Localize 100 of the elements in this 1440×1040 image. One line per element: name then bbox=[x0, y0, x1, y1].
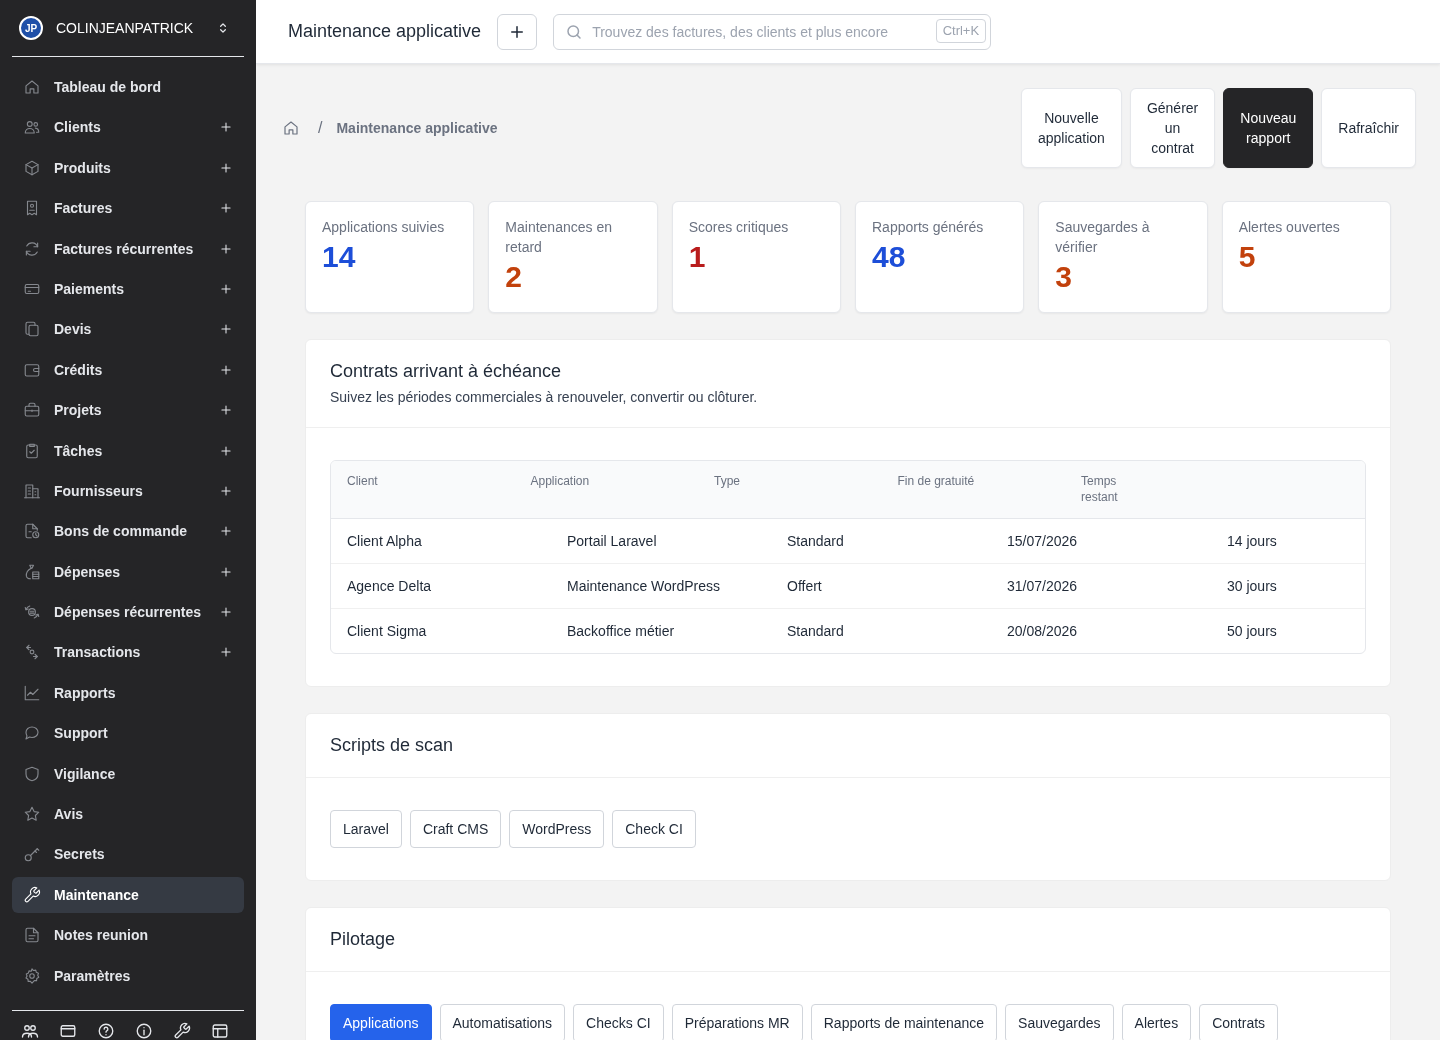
plus-icon bbox=[219, 281, 233, 296]
tab[interactable]: Automatisations bbox=[439, 1004, 566, 1040]
plus-icon bbox=[219, 403, 233, 418]
add-button[interactable] bbox=[219, 483, 233, 498]
nav-item[interactable]: Produits bbox=[12, 149, 244, 186]
add-button[interactable] bbox=[219, 645, 233, 660]
script-button[interactable]: WordPress bbox=[509, 810, 605, 848]
tab[interactable]: Rapports de maintenance bbox=[810, 1004, 998, 1040]
cube-icon bbox=[23, 158, 41, 177]
add-button[interactable] bbox=[219, 241, 233, 256]
add-button[interactable] bbox=[219, 403, 233, 418]
window-icon[interactable] bbox=[59, 1022, 77, 1040]
stat-value: 5 bbox=[1238, 239, 1257, 275]
page-title: Maintenance applicative bbox=[288, 21, 482, 42]
tab[interactable]: Contrats bbox=[1199, 1004, 1279, 1040]
nav-item[interactable]: Clients bbox=[12, 109, 244, 146]
nav-item[interactable]: Crédits bbox=[12, 351, 244, 388]
nav-item[interactable]: Tâches bbox=[12, 432, 244, 469]
table-cell-text: Client Alpha bbox=[347, 533, 423, 549]
key-icon bbox=[23, 845, 41, 864]
nav-item[interactable]: Support bbox=[12, 715, 244, 752]
nav-item[interactable]: Vigilance bbox=[12, 755, 244, 792]
tab[interactable]: Applications bbox=[330, 1004, 432, 1040]
nav-item[interactable]: Rapports bbox=[12, 674, 244, 711]
wrench-icon bbox=[23, 885, 41, 904]
add-button[interactable] bbox=[219, 443, 233, 458]
nav-item[interactable]: Maintenance bbox=[12, 876, 244, 913]
breadcrumb-separator: / bbox=[318, 119, 323, 137]
table-cell-text: Agence Delta bbox=[347, 578, 433, 594]
layout-icon[interactable] bbox=[211, 1022, 229, 1040]
stat-label: Sauvegardes à vérifier bbox=[1055, 218, 1151, 257]
help-icon[interactable] bbox=[97, 1022, 115, 1040]
action-button[interactable]: Générer un contrat bbox=[1129, 88, 1216, 168]
nav-item[interactable]: Paramètres bbox=[12, 957, 244, 994]
plus-icon bbox=[219, 362, 233, 377]
nav-item[interactable]: Dépenses récurrentes bbox=[12, 594, 244, 631]
tab[interactable]: Checks CI bbox=[573, 1004, 664, 1040]
search-icon bbox=[565, 22, 584, 41]
column-header: Fin de gratuité bbox=[897, 473, 976, 490]
plus-icon bbox=[219, 443, 233, 458]
nav-item[interactable]: Fournisseurs bbox=[12, 472, 244, 509]
nav-item[interactable]: Tableau de bord bbox=[12, 69, 244, 105]
action-button[interactable]: Nouvelle application bbox=[1020, 88, 1122, 168]
nav-item[interactable]: Devis bbox=[12, 311, 244, 348]
nav-item[interactable]: Paiements bbox=[12, 270, 244, 307]
nav-item[interactable]: Projets bbox=[12, 392, 244, 429]
star-icon bbox=[23, 805, 41, 824]
table-cell-text: Client Sigma bbox=[347, 623, 428, 639]
section-title: Contrats arrivant à échéance bbox=[330, 360, 563, 383]
stat-value: 3 bbox=[1055, 259, 1073, 295]
copy-icon bbox=[23, 320, 41, 339]
action-button[interactable]: Rafraîchir bbox=[1321, 88, 1416, 168]
add-button[interactable] bbox=[219, 201, 233, 216]
tab[interactable]: Sauvegardes bbox=[1005, 1004, 1114, 1040]
stat-label: Rapports générés bbox=[872, 218, 985, 237]
add-button[interactable] bbox=[219, 362, 233, 377]
script-button[interactable]: Check CI bbox=[612, 810, 696, 848]
add-button[interactable] bbox=[219, 281, 233, 296]
wrench-icon[interactable] bbox=[173, 1022, 191, 1040]
nav-item[interactable]: Factures bbox=[12, 190, 244, 227]
add-button[interactable] bbox=[219, 120, 233, 135]
tab[interactable]: Alertes bbox=[1121, 1004, 1192, 1040]
script-button[interactable]: Craft CMS bbox=[409, 810, 502, 848]
plus-icon bbox=[219, 483, 233, 498]
table-cell-text: 30 jours bbox=[1227, 578, 1278, 594]
table-cell-text: Portail Laravel bbox=[567, 533, 658, 549]
add-button[interactable] bbox=[219, 322, 233, 337]
nav-item[interactable]: Avis bbox=[12, 796, 244, 833]
people-icon[interactable] bbox=[21, 1022, 39, 1040]
action-button[interactable]: Nouveau rapport bbox=[1223, 88, 1314, 168]
avatar: JP bbox=[19, 16, 43, 40]
column-header: Application bbox=[530, 473, 591, 490]
add-button[interactable] bbox=[219, 524, 233, 539]
plus-icon bbox=[219, 322, 233, 337]
users-icon bbox=[23, 118, 41, 137]
table-cell-text: Offert bbox=[787, 578, 823, 594]
table-cell-text: 20/08/2026 bbox=[1007, 623, 1079, 639]
add-button[interactable] bbox=[219, 160, 233, 175]
tab[interactable]: Préparations MR bbox=[671, 1004, 803, 1040]
nav-item[interactable]: Transactions bbox=[12, 634, 244, 671]
nav-item[interactable]: Bons de commande bbox=[12, 513, 244, 550]
script-button[interactable]: Laravel bbox=[330, 810, 402, 848]
add-button[interactable] bbox=[219, 605, 233, 620]
home-icon[interactable] bbox=[282, 119, 300, 137]
nav-item[interactable]: Secrets bbox=[12, 836, 244, 873]
plus-icon bbox=[219, 241, 233, 256]
table-cell-text: 14 jours bbox=[1227, 533, 1278, 549]
clipboard-check-icon bbox=[23, 441, 41, 460]
nav-item[interactable]: Factures récurrentes bbox=[12, 230, 244, 267]
add-button[interactable] bbox=[497, 13, 538, 50]
building-icon bbox=[23, 481, 41, 500]
nav-item[interactable]: Dépenses bbox=[12, 553, 244, 590]
home-icon bbox=[23, 78, 41, 96]
table-cell-text: 31/07/2026 bbox=[1007, 578, 1079, 594]
info-icon[interactable] bbox=[135, 1022, 153, 1040]
plus-icon bbox=[219, 605, 233, 620]
plus-icon bbox=[219, 201, 233, 216]
exchange-arrows-icon bbox=[23, 643, 41, 662]
add-button[interactable] bbox=[219, 564, 233, 579]
nav-item[interactable]: Notes reunion bbox=[12, 917, 244, 954]
